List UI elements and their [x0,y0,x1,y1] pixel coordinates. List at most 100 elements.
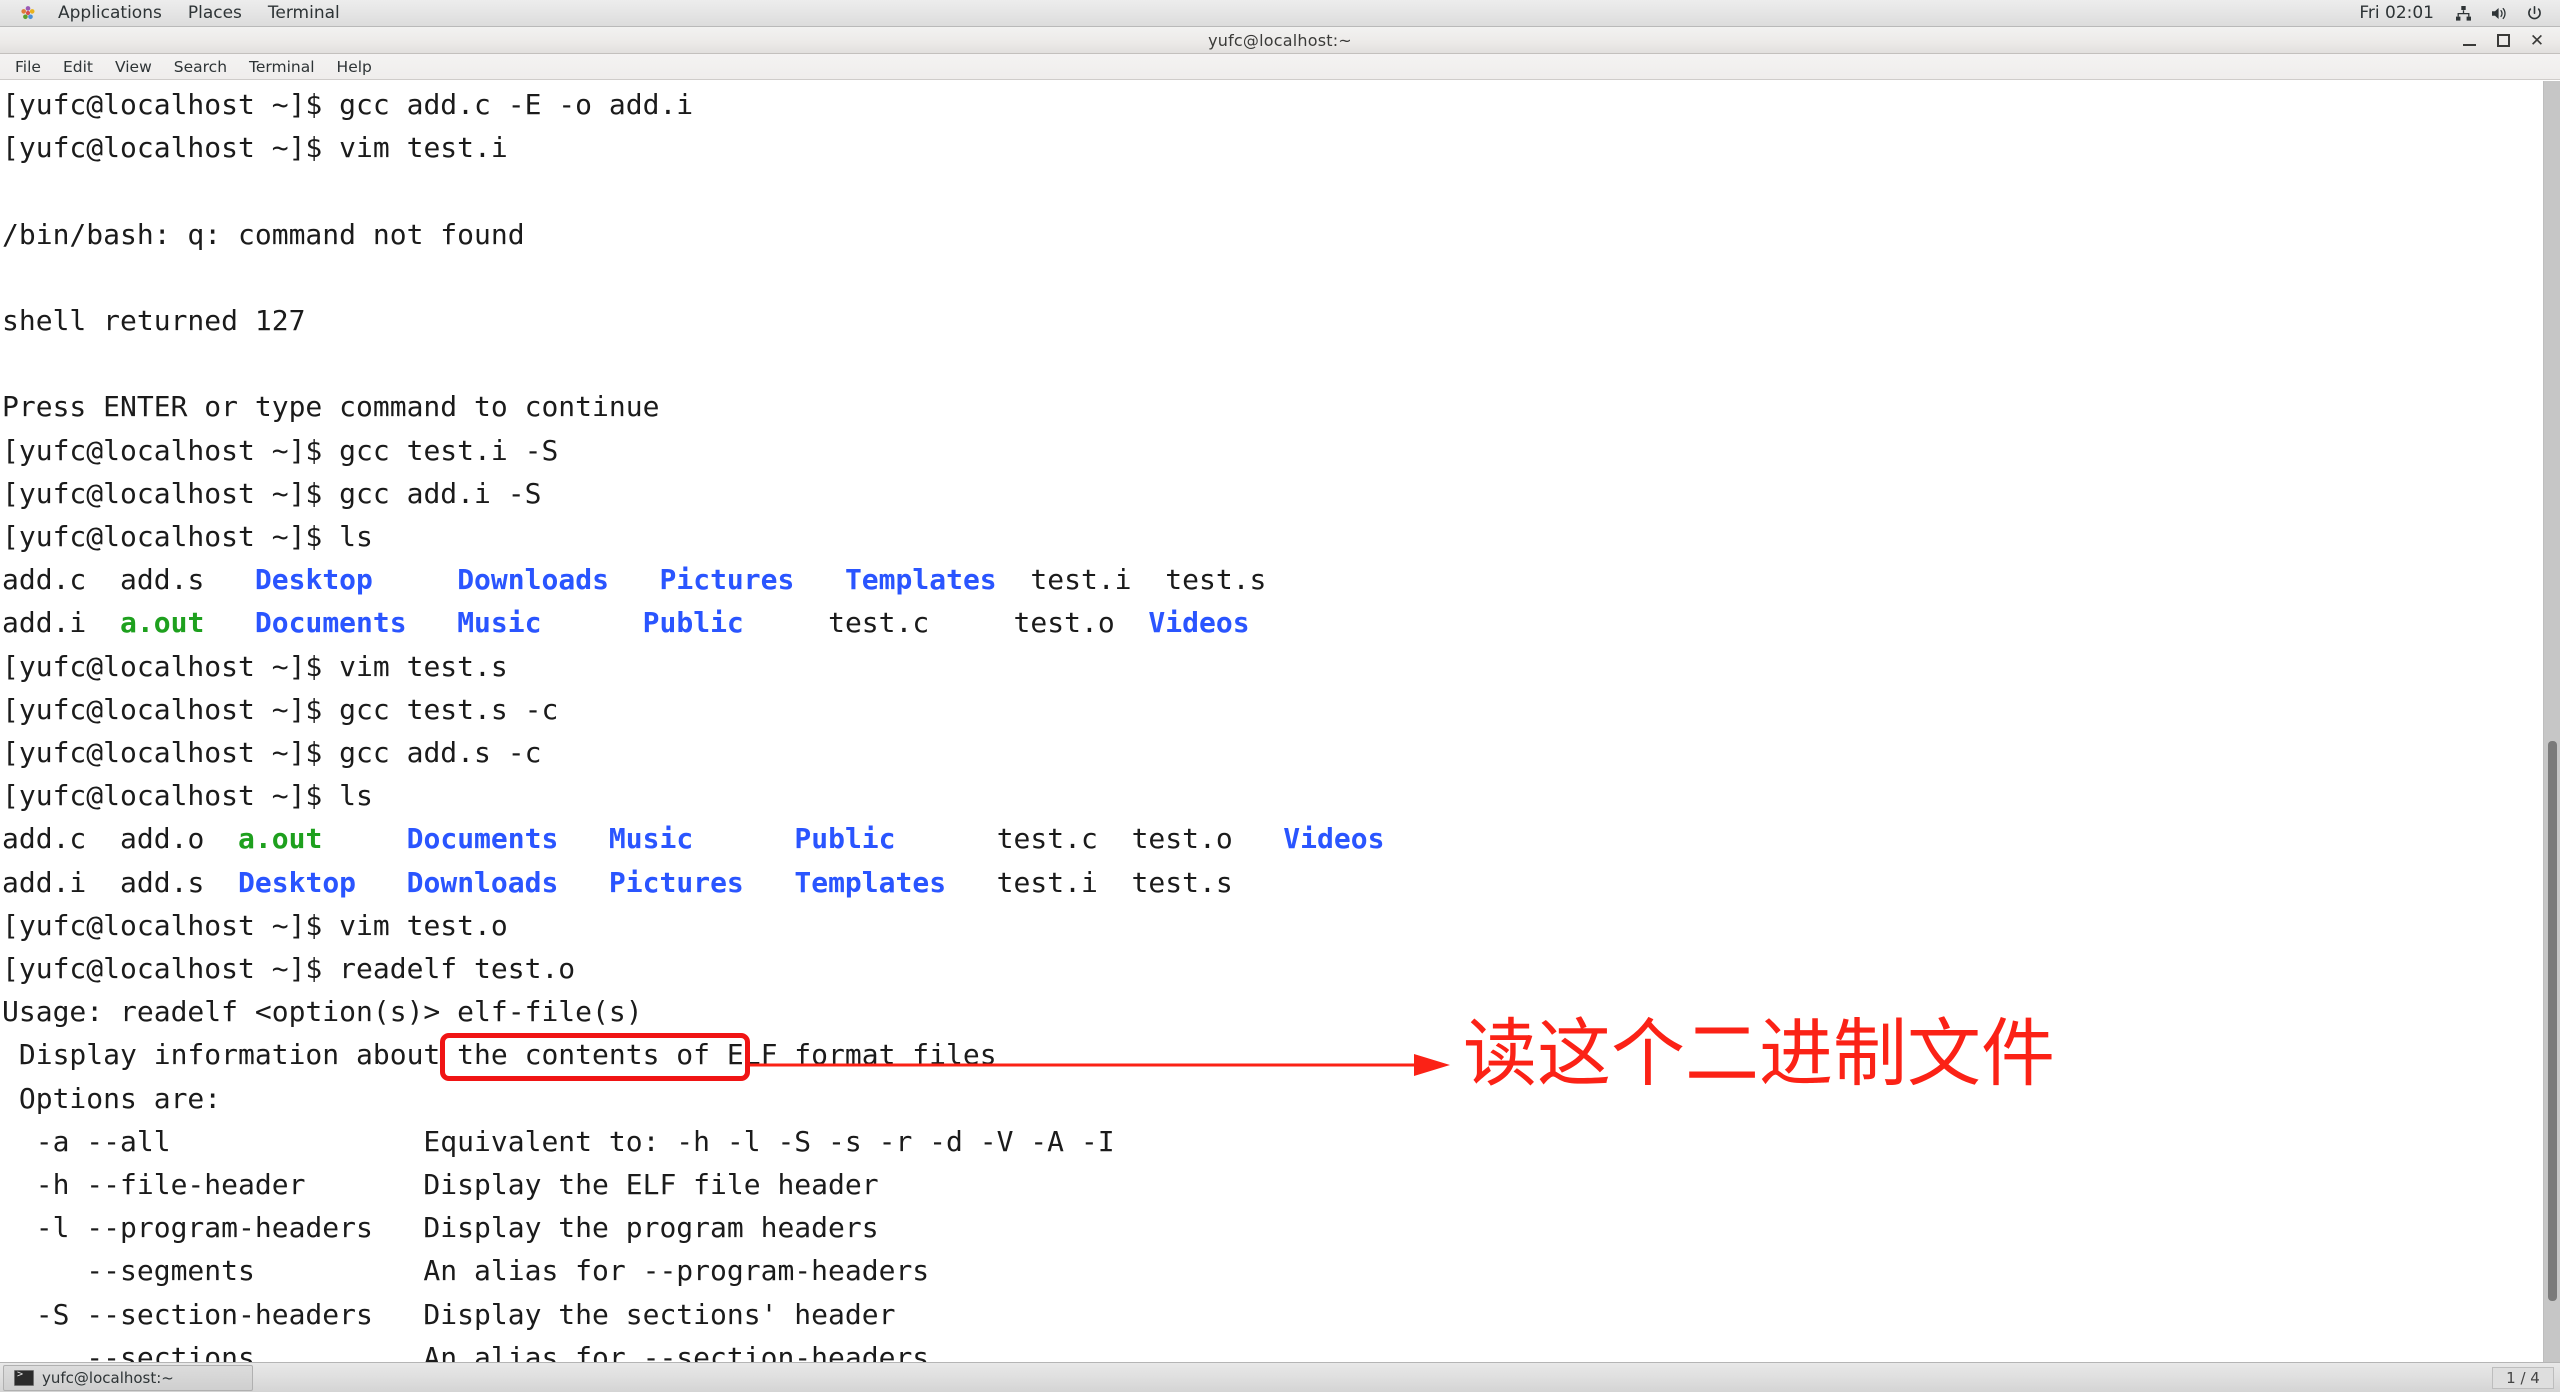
ls-gap [204,606,255,639]
ls-gap [356,866,407,899]
terminal-line: /bin/bash: q: command not found [2,217,525,251]
menu-terminal[interactable]: Terminal [255,0,353,27]
menu-item-file[interactable]: File [4,54,52,80]
ls-gap [997,563,1031,596]
ls-entry: add.o [120,822,205,856]
menu-applications[interactable]: Applications [45,0,175,27]
terminal-line: [yufc@localhost ~]$ gcc add.s -c [2,731,2530,774]
shell-command: gcc add.c -E -o add.i [339,88,694,121]
ls-entry: Videos [1283,822,1385,856]
window-titlebar[interactable]: yufc@localhost:~ ✕ [0,27,2560,54]
shell-command: ls [339,779,373,813]
terminal-scrollbar[interactable] [2543,81,2560,1362]
ls-gap [744,866,795,899]
ls-entry: add.c [2,822,87,856]
ls-gap [373,563,457,596]
ls-gap [693,822,794,855]
ls-gap [86,822,120,855]
ls-entry: Pictures [659,563,795,597]
shell-command: gcc add.i -S [339,476,542,510]
shell-prompt: [yufc@localhost ~]$ [2,520,340,554]
ls-gap [1098,866,1132,899]
terminal-line: [yufc@localhost ~]$ gcc add.c -E -o add.… [2,83,2530,126]
terminal-line: [yufc@localhost ~]$ vim test.s [2,645,2530,688]
terminal-output-area[interactable]: [yufc@localhost ~]$ gcc add.c -E -o add.… [0,81,2560,1362]
ls-gap [541,606,642,639]
ls-entry: Pictures [608,865,744,899]
power-icon[interactable] [2517,5,2552,22]
ls-entry: add.i [2,606,87,640]
ls-gap [609,563,660,596]
terminal-menubar: File Edit View Search Terminal Help [0,54,2560,80]
workspace-switcher[interactable]: 1 / 4 [2492,1366,2554,1389]
volume-icon[interactable] [2481,5,2517,22]
ls-entry: test.c [828,606,930,640]
terminal-window: yufc@localhost:~ ✕ File Edit View Search… [0,27,2560,1362]
terminal-line: shell returned 127 [2,304,306,338]
ls-entry: Videos [1148,606,1250,640]
ls-gap [86,866,120,899]
ls-gap [794,563,845,596]
ls-entry: add.i [2,865,87,899]
ls-entry: Public [642,606,744,640]
shell-command: gcc add.s -c [339,736,542,770]
maximize-button[interactable] [2486,27,2520,54]
scrollbar-thumb[interactable] [2548,741,2557,1301]
shell-command: ls [339,520,373,554]
shell-prompt: [yufc@localhost ~]$ [2,908,340,942]
ls-gap [86,563,120,596]
terminal-line: Press ENTER or type command to continue [2,390,660,424]
terminal-line: -l --program-headers Display the program… [2,1211,879,1245]
ls-gap [204,866,238,899]
terminal-line: -a --all Equivalent to: -h -l -S -s -r -… [2,1124,1115,1158]
ls-entry: Documents [254,606,407,640]
taskbar-window-label: yufc@localhost:~ [42,1368,174,1387]
ls-entry: a.out [120,606,205,640]
ls-gap [322,822,406,855]
shell-prompt: [yufc@localhost ~]$ [2,649,340,683]
network-icon[interactable] [2446,5,2481,22]
menu-item-terminal[interactable]: Terminal [238,54,326,80]
ls-entry: Music [608,822,694,856]
terminal-line: add.i a.out Documents Music Public test.… [2,601,2530,644]
clock[interactable]: Fri 02:01 [2347,3,2446,23]
minimize-button[interactable] [2452,27,2486,54]
menu-item-view[interactable]: View [104,54,163,80]
menu-item-help[interactable]: Help [326,54,383,80]
ls-gap [86,606,120,639]
terminal-line: --segments An alias for --program-header… [2,1254,930,1288]
ls-entry: test.i [996,865,1098,899]
menu-places[interactable]: Places [175,0,255,27]
ls-gap [744,606,828,639]
terminal-line: --sections An alias for --section-header… [2,1340,930,1362]
terminal-icon [14,1369,34,1386]
terminal-line: -S --section-headers Display the section… [2,1297,896,1331]
shell-command: readelf test.o [339,952,576,986]
taskbar-window-button[interactable]: yufc@localhost:~ [3,1364,253,1391]
terminal-line: [yufc@localhost ~]$ ls [2,774,2530,817]
terminal-line: [yufc@localhost ~]$ vim test.i [2,126,2530,169]
ls-entry: test.o [1013,606,1115,640]
ls-gap [558,822,609,855]
terminal-line: [yufc@localhost ~]$ ls [2,515,2530,558]
ls-entry: Templates [794,865,947,899]
menu-item-search[interactable]: Search [163,54,238,80]
shell-command: vim test.i [339,131,508,165]
shell-command: vim test.s [339,649,508,683]
terminal-text: [yufc@localhost ~]$ gcc add.c -E -o add.… [0,81,2530,1362]
terminal-line: Usage: readelf <option(s)> elf-file(s) [2,995,643,1029]
shell-prompt: [yufc@localhost ~]$ [2,433,340,467]
menu-item-edit[interactable]: Edit [52,54,104,80]
ls-gap [1233,822,1284,855]
terminal-line: [yufc@localhost ~]$ vim test.o [2,904,2530,947]
gnome-top-panel: Applications Places Terminal Fri 02:01 [0,0,2560,27]
workspace-label: 1 / 4 [2506,1368,2540,1387]
terminal-line: add.i add.s Desktop Downloads Pictures T… [2,861,2530,904]
close-button[interactable]: ✕ [2520,27,2554,54]
panel-status-area: Fri 02:01 [2347,3,2560,23]
terminal-line: [yufc@localhost ~]$ gcc add.i -S [2,472,2530,515]
shell-prompt: [yufc@localhost ~]$ [2,692,340,726]
terminal-line: Options are: [2,1081,222,1115]
